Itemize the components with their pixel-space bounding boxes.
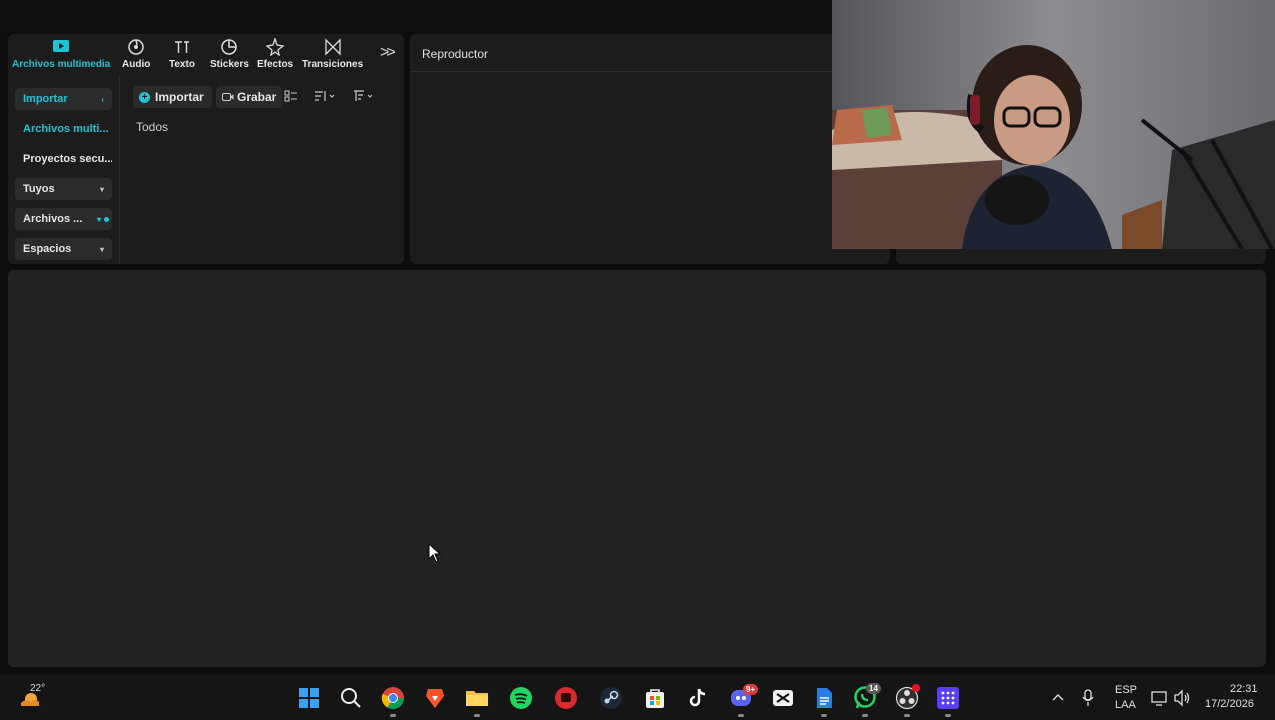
running-indicator	[738, 714, 744, 717]
sidebar-item-espacios[interactable]: Espacios ▾	[15, 238, 112, 260]
sidebar-item-archivos-multimedia[interactable]: Archivos multi...	[15, 118, 112, 140]
media-sidebar: Importar ‹ Archivos multi... Proyectos s…	[8, 76, 120, 264]
volume-icon[interactable]	[1173, 689, 1191, 712]
language-indicator[interactable]: ESP	[1115, 684, 1137, 696]
tab-label: Audio	[122, 59, 151, 70]
tab-label: Archivos multimedia	[12, 59, 111, 70]
sidebar-item-label: Archivos ...	[23, 213, 83, 225]
taskbar: 9+ 14	[0, 674, 1275, 720]
webcam-overlay	[832, 0, 1275, 249]
tab-texto[interactable]: Texto	[169, 38, 195, 70]
plus-icon: +	[139, 91, 150, 103]
running-indicator	[904, 714, 910, 717]
media-panel: Archivos multimedia Audio Texto Stickers…	[8, 34, 404, 264]
keyboard-layout-indicator[interactable]: LAA	[1115, 699, 1136, 711]
running-indicator	[474, 714, 480, 717]
timeline-panel[interactable]	[8, 270, 1266, 667]
media-play-icon	[53, 40, 70, 52]
sidebar-item-label: Espacios	[23, 243, 72, 255]
filter-icon[interactable]	[353, 90, 375, 105]
running-indicator	[945, 714, 951, 717]
record-button[interactable]: Grabar	[216, 86, 283, 108]
player-panel: Reproductor	[410, 34, 890, 264]
sidebar-item-importar[interactable]: Importar ‹	[15, 88, 112, 110]
webcam-image	[832, 0, 1275, 249]
discord-badge: 9+	[743, 684, 759, 695]
tab-audio[interactable]: Audio	[122, 38, 150, 70]
sidebar-item-label: Tuyos	[23, 183, 55, 195]
more-tools-button[interactable]: >>	[380, 44, 396, 62]
running-indicator	[390, 714, 396, 717]
tab-label: Stickers	[210, 59, 249, 70]
camera-icon	[222, 93, 234, 101]
tab-efectos[interactable]: Efectos	[257, 38, 293, 70]
recording-dot	[912, 684, 920, 692]
brave-icon[interactable]	[423, 686, 447, 710]
tab-label: Texto	[169, 59, 195, 70]
tab-transiciones[interactable]: Transiciones	[302, 38, 363, 70]
search-icon[interactable]	[339, 686, 363, 710]
chrome-icon[interactable]	[381, 686, 405, 710]
whatsapp-badge: 14	[866, 683, 881, 694]
microsoft-store-icon[interactable]	[643, 686, 667, 710]
mouse-cursor-icon	[428, 543, 442, 563]
windows-start-icon[interactable]	[297, 686, 321, 710]
audio-disc-icon	[128, 39, 144, 55]
tray-chevron-up-icon[interactable]	[1051, 690, 1065, 708]
effects-star-icon	[266, 38, 285, 56]
chevron-down-icon: ▾	[99, 244, 104, 254]
running-indicator	[821, 714, 827, 717]
running-indicator	[862, 714, 868, 717]
tab-stickers[interactable]: Stickers	[210, 38, 249, 70]
weather-temperature: 22°	[30, 683, 46, 694]
sticker-icon	[221, 39, 238, 55]
transitions-bowtie-icon	[324, 38, 341, 56]
sidebar-item-label: Proyectos secu...	[23, 153, 112, 165]
record-button-label: Grabar	[237, 90, 277, 104]
sidebar-item-proyectos[interactable]: Proyectos secu...	[15, 148, 112, 170]
capcut-icon[interactable]	[771, 686, 795, 710]
grid-app-icon[interactable]	[936, 686, 960, 710]
text-ti-icon	[174, 41, 189, 53]
filter-all-label[interactable]: Todos	[136, 120, 168, 134]
sidebar-item-label: Archivos multi...	[23, 123, 109, 135]
sidebar-item-archivos[interactable]: Archivos ... ▾	[15, 208, 112, 230]
docs-icon[interactable]	[812, 686, 836, 710]
player-title: Reproductor	[410, 34, 890, 72]
red-app-icon[interactable]	[554, 686, 578, 710]
sort-icon[interactable]	[314, 90, 336, 105]
tab-label: Efectos	[257, 59, 294, 70]
import-button[interactable]: + Importar	[133, 86, 212, 108]
microphone-icon[interactable]	[1081, 689, 1095, 712]
sidebar-item-tuyos[interactable]: Tuyos ▾	[15, 178, 112, 200]
notification-dot	[104, 217, 109, 222]
chevron-down-icon: ▾	[96, 214, 101, 224]
steam-icon[interactable]	[599, 686, 623, 710]
grid-view-icon[interactable]	[284, 90, 298, 105]
import-button-label: Importar	[155, 90, 204, 104]
file-explorer-icon[interactable]	[465, 686, 489, 710]
clock-time[interactable]: 22:31	[1230, 683, 1258, 695]
network-icon[interactable]	[1151, 690, 1169, 711]
tiktok-icon[interactable]	[686, 686, 710, 710]
spotify-icon[interactable]	[509, 686, 533, 710]
chevron-down-icon: ▾	[99, 184, 104, 194]
chevron-left-icon: ‹	[101, 94, 104, 104]
clock-date[interactable]: 17/2/2026	[1205, 698, 1254, 710]
tab-label: Transiciones	[302, 59, 364, 70]
sidebar-item-label: Importar	[23, 93, 68, 105]
tab-archivos-multimedia[interactable]: Archivos multimedia	[12, 38, 110, 70]
